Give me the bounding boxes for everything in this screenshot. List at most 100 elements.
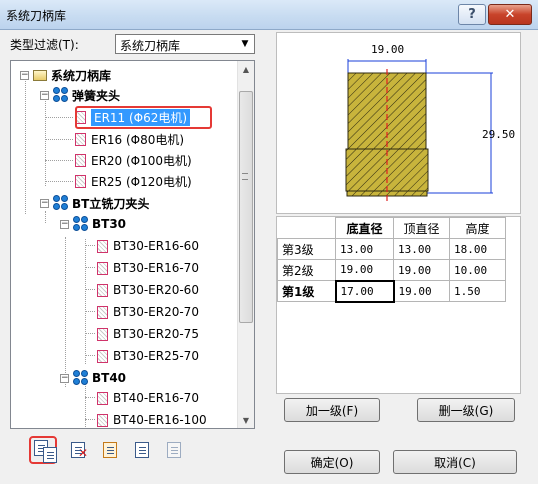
table-row[interactable]: 第3级 13.00 13.00 18.00 (277, 238, 506, 260)
tree-group-label: 弹簧夹头 (72, 88, 121, 103)
delete-holder-button[interactable]: ✕ (64, 436, 92, 464)
collapse-icon[interactable]: − (60, 373, 69, 383)
holder-icon (97, 239, 108, 253)
cell-top-diameter[interactable]: 19.00 (393, 280, 450, 302)
holder-drawing: 19.00 29.50 (345, 43, 515, 201)
holder-icon (97, 283, 108, 297)
tree-group-bt40[interactable]: − BT40 (60, 368, 126, 388)
level-params-grid[interactable]: 底直径 顶直径 高度 第3级 13.00 13.00 18.00 第2级 19.… (276, 216, 521, 394)
chevron-down-icon[interactable]: ▼ (236, 35, 254, 53)
holder-icon (97, 327, 108, 341)
tree-group-collet[interactable]: − 弹簧夹头 (40, 85, 120, 105)
collapse-icon[interactable]: − (20, 70, 29, 80)
tree-group-label: BT40 (92, 371, 127, 385)
cancel-button[interactable]: 取消(C) (393, 450, 517, 474)
cell-bottom-diameter[interactable]: 13.00 (335, 238, 394, 260)
tree-item-er16[interactable]: ER16 (Φ80电机) (75, 129, 184, 149)
tree-item[interactable]: BT30-ER16-60 (97, 236, 199, 256)
tree-item-label: ER25 (Φ120电机) (91, 174, 192, 189)
col-header-top-diameter[interactable]: 顶直径 (393, 217, 450, 239)
grip-icon (242, 173, 248, 180)
tree-item[interactable]: BT40-ER16-70 (97, 388, 199, 408)
tree-item-er25[interactable]: ER25 (Φ120电机) (75, 171, 192, 191)
holder-icon (75, 174, 86, 188)
tree-item-label: BT30-ER20-60 (113, 283, 199, 297)
cell-bottom-diameter-active[interactable]: 17.00 (334, 279, 395, 303)
holder-tree[interactable]: − 系统刀柄库 − 弹簧夹头 ER11 (Φ62电机) ER16 (Φ80电机)… (10, 60, 255, 429)
holder-icon (97, 413, 108, 427)
holder-icon (97, 391, 108, 405)
tree-item-er20[interactable]: ER20 (Φ100电机) (75, 150, 192, 170)
group-icon (73, 370, 89, 386)
tree-item-label: BT30-ER16-70 (113, 261, 199, 275)
tree-item-label: BT30-ER16-60 (113, 239, 199, 253)
group-icon (73, 216, 89, 232)
selection-highlight (75, 106, 212, 129)
row-level-label: 第1级 (277, 280, 336, 302)
tree-item[interactable]: BT30-ER20-70 (97, 302, 199, 322)
collapse-icon[interactable]: − (40, 90, 49, 100)
import-icon (135, 442, 149, 458)
collapse-icon[interactable]: − (40, 198, 49, 208)
cell-height[interactable]: 1.50 (449, 280, 506, 302)
tree-scrollbar[interactable]: ▲ ▼ (237, 61, 254, 428)
copy-icon-back (43, 447, 57, 463)
export-button[interactable] (160, 436, 188, 464)
tree-item[interactable]: BT30-ER16-70 (97, 258, 199, 278)
scroll-up-icon[interactable]: ▲ (238, 61, 254, 77)
top-dimension-label: 19.00 (371, 43, 404, 56)
type-filter-select[interactable]: 系统刀柄库 ▼ (115, 34, 255, 54)
cell-height[interactable]: 18.00 (449, 238, 506, 260)
delete-icon: ✕ (71, 442, 88, 460)
list-icon (103, 442, 117, 458)
properties-button[interactable] (96, 436, 124, 464)
scroll-thumb[interactable] (239, 91, 253, 323)
tree-root-label: 系统刀柄库 (51, 68, 112, 83)
tree-item-label: BT40-ER16-70 (113, 391, 199, 405)
cell-bottom-diameter[interactable]: 19.00 (335, 259, 394, 281)
tree-item[interactable]: BT40-ER16-100 (97, 410, 207, 428)
collapse-icon[interactable]: − (60, 219, 69, 229)
folder-icon (33, 69, 47, 81)
type-filter-label: 类型过滤(T): (10, 38, 79, 52)
copy-holder-button[interactable] (29, 436, 57, 464)
table-row[interactable]: 第1级 17.00 19.00 1.50 (277, 279, 506, 303)
group-icon (53, 195, 69, 211)
tree-root[interactable]: − 系统刀柄库 (20, 65, 111, 85)
tree-item[interactable]: BT30-ER20-75 (97, 324, 199, 344)
holder-icon (75, 153, 86, 167)
tree-item-label: ER20 (Φ100电机) (91, 153, 192, 168)
cell-top-diameter[interactable]: 13.00 (393, 238, 450, 260)
tree-item-label: BT30-ER20-75 (113, 327, 199, 341)
add-level-button[interactable]: 加一级(F) (284, 398, 380, 422)
params-table: 底直径 顶直径 高度 第3级 13.00 13.00 18.00 第2级 19.… (277, 217, 506, 303)
side-dimension-label: 29.50 (482, 128, 515, 141)
tree-group-label: BT30 (92, 217, 127, 231)
ok-button[interactable]: 确定(O) (284, 450, 380, 474)
tree-item-label: BT40-ER16-100 (113, 413, 207, 427)
close-button[interactable]: ✕ (488, 4, 532, 25)
tree-item[interactable]: BT30-ER25-70 (97, 346, 199, 366)
col-header-bottom-diameter[interactable]: 底直径 (335, 217, 394, 239)
tree-group-bt[interactable]: − BT立铣刀夹头 (40, 193, 149, 213)
holder-icon (97, 261, 108, 275)
delete-level-button[interactable]: 删一级(G) (417, 398, 515, 422)
holder-preview: 19.00 29.50 (276, 32, 521, 214)
corner-cell (277, 217, 336, 239)
tree-item[interactable]: BT30-ER20-60 (97, 280, 199, 300)
group-icon (53, 87, 69, 103)
cell-height[interactable]: 10.00 (449, 259, 506, 281)
tree-group-bt30[interactable]: − BT30 (60, 214, 126, 234)
scroll-down-icon[interactable]: ▼ (238, 412, 254, 428)
row-level-label: 第2级 (277, 259, 336, 281)
holder-icon (97, 349, 108, 363)
window-title: 系统刀柄库 (6, 9, 67, 23)
import-button[interactable] (128, 436, 156, 464)
holder-icon (97, 305, 108, 319)
cell-top-diameter[interactable]: 19.00 (393, 259, 450, 281)
table-row[interactable]: 第2级 19.00 19.00 10.00 (277, 259, 506, 281)
help-button[interactable]: ? (458, 4, 486, 25)
export-icon (167, 442, 181, 458)
type-filter-value: 系统刀柄库 (120, 39, 181, 53)
col-header-height[interactable]: 高度 (449, 217, 506, 239)
